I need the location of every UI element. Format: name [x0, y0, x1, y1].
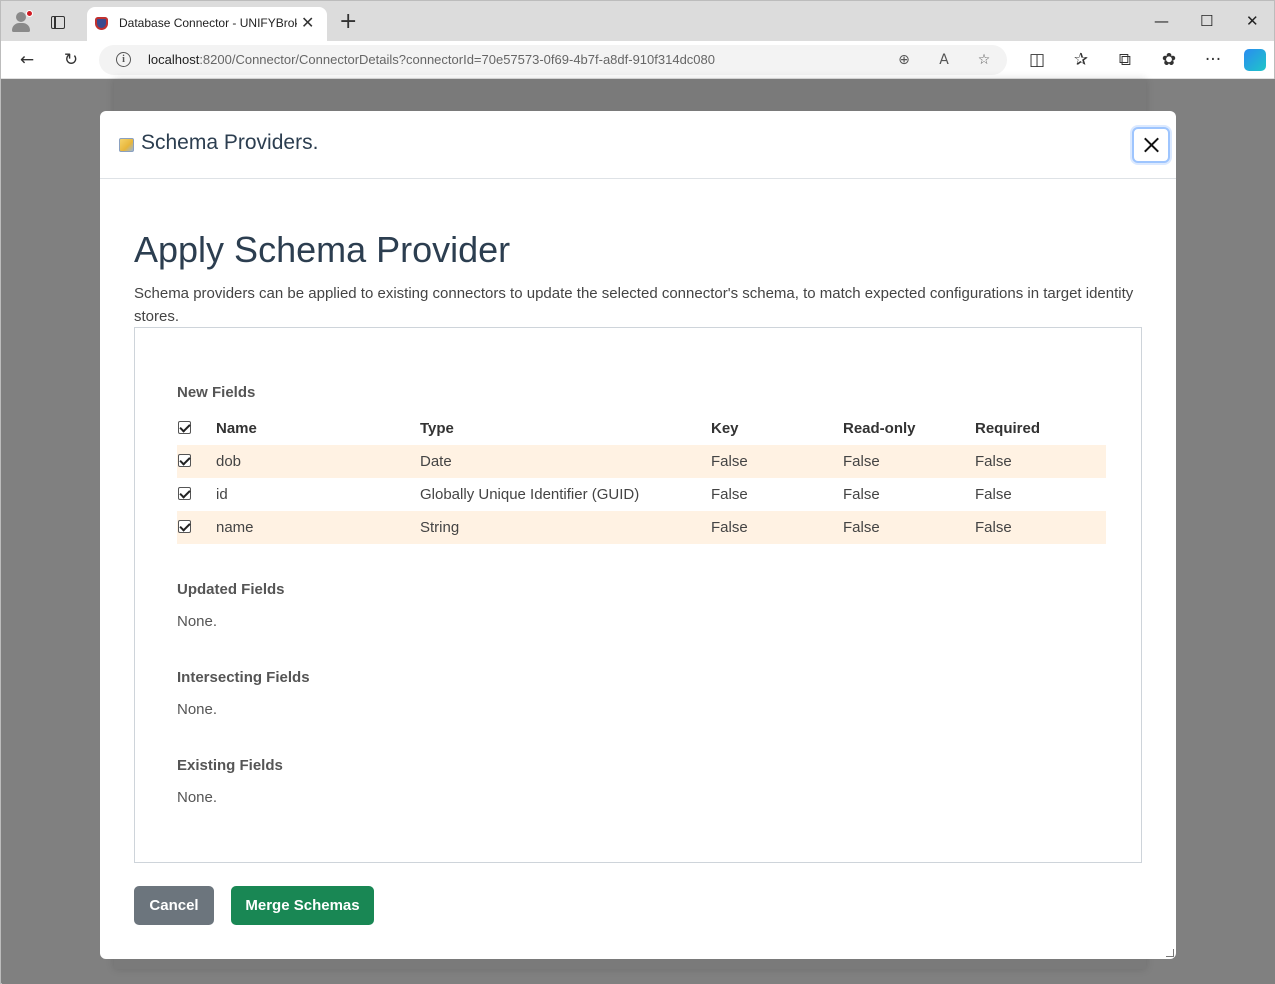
- row-checkbox[interactable]: [178, 487, 191, 500]
- new-tab-button[interactable]: +: [339, 10, 357, 34]
- updated-fields-title: Updated Fields: [177, 581, 285, 598]
- description-text: Schema providers can be applied to exist…: [134, 285, 1134, 325]
- column-header-type: Type: [420, 420, 454, 437]
- field-key: False: [711, 486, 748, 503]
- tab-close-icon[interactable]: ✕: [301, 13, 314, 33]
- cancel-button[interactable]: Cancel: [134, 886, 214, 925]
- page-heading: Apply Schema Provider: [134, 229, 511, 270]
- field-required: False: [975, 486, 1012, 503]
- collections-icon[interactable]: ⧉: [1114, 49, 1136, 71]
- updated-fields-value: None.: [177, 613, 218, 630]
- url-text[interactable]: localhost:8200/Connector/ConnectorDetail…: [148, 52, 715, 67]
- field-name: id: [216, 486, 228, 503]
- field-name: name: [216, 519, 254, 536]
- tab-title: Database Connector - UNIFYBroker: [119, 16, 297, 30]
- schema-providers-modal: Schema Providers. Apply Schema Provider …: [100, 111, 1176, 959]
- intersecting-fields-title: Intersecting Fields: [177, 669, 310, 686]
- window-close-button[interactable]: ✕: [1246, 11, 1259, 31]
- tab-actions-icon[interactable]: [51, 16, 65, 29]
- title-bar: Database Connector - UNIFYBroker ✕ + — ☐…: [1, 1, 1274, 41]
- field-key: False: [711, 519, 748, 536]
- intersecting-fields-value: None.: [177, 701, 218, 718]
- resize-handle[interactable]: [1166, 949, 1174, 957]
- back-icon[interactable]: ←: [16, 49, 38, 71]
- existing-fields-title: Existing Fields: [177, 757, 283, 774]
- column-header-required: Required: [975, 420, 1041, 437]
- modal-close-button[interactable]: [1132, 127, 1170, 163]
- table-row[interactable]: name String False False False: [177, 511, 1106, 544]
- row-checkbox[interactable]: [178, 520, 191, 533]
- field-type: Date: [420, 453, 452, 470]
- favorite-star-icon[interactable]: ☆: [974, 50, 994, 70]
- extensions-icon[interactable]: ✿: [1158, 49, 1180, 71]
- read-aloud-icon[interactable]: A: [934, 50, 954, 70]
- column-header-name: Name: [216, 420, 257, 437]
- row-checkbox[interactable]: [178, 454, 191, 467]
- field-readonly: False: [843, 453, 880, 470]
- more-menu-icon[interactable]: ···: [1202, 49, 1224, 71]
- field-name: dob: [216, 453, 242, 470]
- maximize-button[interactable]: ☐: [1200, 11, 1213, 31]
- url-path: :8200/Connector/ConnectorDetails?connect…: [199, 52, 715, 67]
- browser-window: Database Connector - UNIFYBroker ✕ + — ☐…: [0, 0, 1275, 984]
- favorites-icon[interactable]: ✰: [1070, 49, 1092, 71]
- minimize-button[interactable]: —: [1154, 11, 1169, 31]
- field-required: False: [975, 453, 1012, 470]
- new-fields-title: New Fields: [177, 384, 256, 401]
- modal-header: Schema Providers.: [100, 111, 1176, 179]
- existing-fields-value: None.: [177, 789, 218, 806]
- address-bar[interactable]: i localhost:8200/Connector/ConnectorDeta…: [99, 45, 1007, 75]
- split-screen-icon[interactable]: ◫: [1026, 49, 1048, 71]
- field-readonly: False: [843, 519, 880, 536]
- select-all-checkbox[interactable]: [178, 421, 191, 434]
- table-header-row: Name Type Key Read-only Required: [177, 411, 1106, 444]
- profile-icon[interactable]: [11, 10, 33, 32]
- site-info-icon[interactable]: i: [116, 52, 131, 67]
- field-required: False: [975, 519, 1012, 536]
- schema-panel: New Fields Name Type Key Read-only Requi…: [134, 327, 1142, 863]
- field-key: False: [711, 453, 748, 470]
- column-header-key: Key: [711, 420, 739, 437]
- refresh-icon[interactable]: ↻: [60, 49, 82, 71]
- copilot-icon[interactable]: [1244, 49, 1266, 71]
- zoom-icon[interactable]: ⊕: [894, 50, 914, 70]
- modal-title: Schema Providers.: [141, 131, 319, 154]
- field-readonly: False: [843, 486, 880, 503]
- url-host: localhost: [148, 52, 200, 67]
- schema-provider-icon: [119, 138, 134, 152]
- merge-schemas-button[interactable]: Merge Schemas: [231, 886, 374, 925]
- table-row[interactable]: id Globally Unique Identifier (GUID) Fal…: [177, 478, 1106, 511]
- table-row[interactable]: dob Date False False False: [177, 445, 1106, 478]
- column-header-readonly: Read-only: [843, 420, 916, 437]
- field-type: String: [420, 519, 460, 536]
- site-favicon-icon: [95, 17, 108, 30]
- browser-toolbar: ← ↻ i localhost:8200/Connector/Connector…: [1, 41, 1274, 79]
- browser-tab[interactable]: Database Connector - UNIFYBroker ✕: [87, 7, 327, 41]
- field-type: Globally Unique Identifier (GUID): [420, 486, 640, 503]
